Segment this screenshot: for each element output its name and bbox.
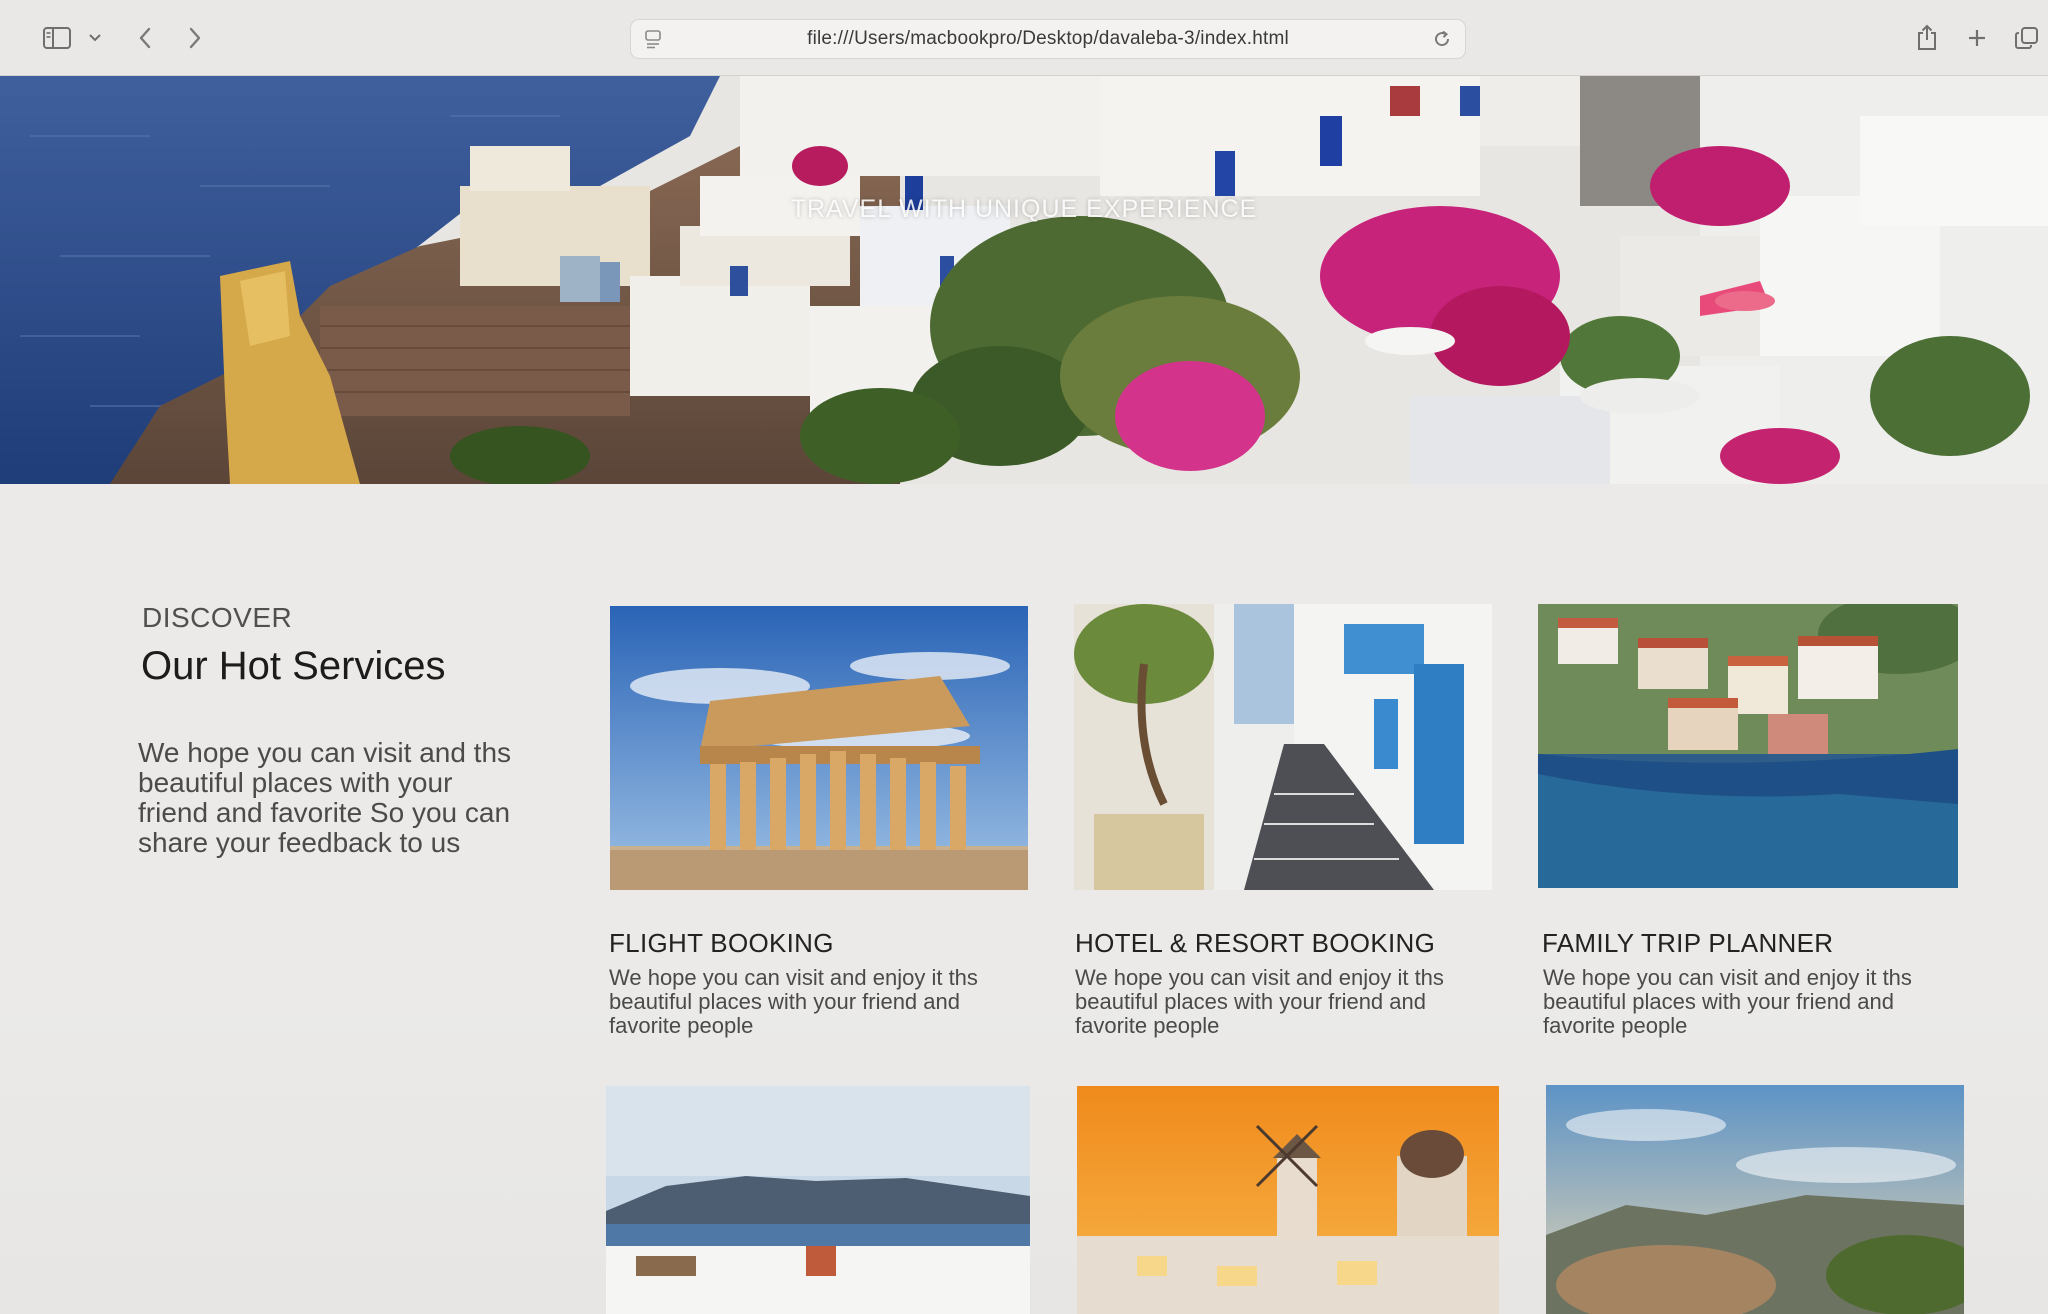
card-image-family-trip[interactable] (1538, 604, 1958, 888)
card-description-flight-booking: We hope you can visit and enjoy it ths b… (609, 965, 978, 1038)
back-arrow-icon[interactable] (130, 22, 160, 54)
section-title: Our Hot Services (141, 644, 446, 688)
plus-icon[interactable] (1960, 22, 1994, 54)
card-title-flight-booking: FLIGHT BOOKING (609, 928, 834, 958)
card-image-ruins[interactable] (1546, 1085, 1964, 1314)
card-image-caldera[interactable] (606, 1086, 1030, 1314)
browser-toolbar: file:///Users/macbookpro/Desktop/davaleb… (0, 0, 2048, 76)
hero-banner: TRAVEL WITH UNIQUE EXPERIENCE (0, 76, 2048, 484)
section-eyebrow: DISCOVER (142, 602, 293, 633)
sidebar-icon[interactable] (40, 22, 74, 54)
card-image-hotel-resort[interactable] (1074, 604, 1492, 890)
page-icon (643, 28, 663, 55)
card-title-family-trip: FAMILY TRIP PLANNER (1542, 928, 1834, 958)
screen: file:///Users/macbookpro/Desktop/davaleb… (0, 0, 2048, 1314)
card-image-windmills[interactable] (1077, 1086, 1499, 1314)
card-title-hotel-resort: HOTEL & RESORT BOOKING (1075, 928, 1436, 958)
share-icon[interactable] (1910, 22, 1944, 54)
services-section: DISCOVER Our Hot Services We hope you ca… (0, 484, 2048, 1314)
hero-tagline: TRAVEL WITH UNIQUE EXPERIENCE (790, 195, 1258, 223)
url-text: file:///Users/macbookpro/Desktop/davaleb… (807, 28, 1289, 49)
chevron-down-icon[interactable] (84, 22, 106, 54)
hero-image (0, 76, 2048, 484)
section-description: We hope you can visit and ths beautiful … (138, 737, 512, 858)
card-description-family-trip: We hope you can visit and enjoy it ths b… (1543, 965, 1912, 1038)
tabs-icon[interactable] (2010, 22, 2044, 54)
card-description-hotel-resort: We hope you can visit and enjoy it ths b… (1075, 965, 1444, 1038)
reload-icon[interactable] (1431, 28, 1453, 55)
address-bar[interactable]: file:///Users/macbookpro/Desktop/davaleb… (630, 19, 1466, 59)
card-image-flight-booking[interactable] (610, 606, 1028, 890)
forward-arrow-icon[interactable] (180, 22, 210, 54)
